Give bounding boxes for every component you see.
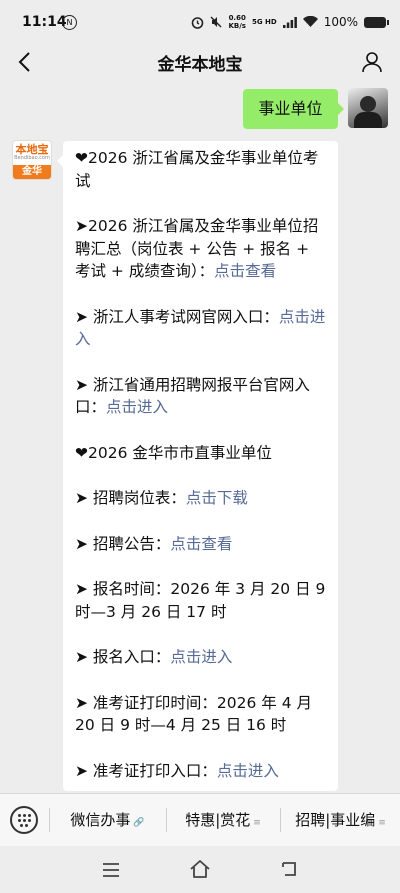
message-paragraph: ➤ 招聘岗位表：点击下载	[75, 487, 327, 510]
bot-avatar[interactable]: 本地宝 Bendibao.com 金华	[12, 140, 52, 180]
network-speed: 0.60 KB/s	[228, 14, 246, 30]
received-message-bubble: ❤2026 浙江省属及金华事业单位考试 ➤2026 浙江省属及金华事业单位招聘汇…	[63, 141, 338, 791]
menu-item-recruitment[interactable]: 招聘|事业编 ≡	[281, 794, 400, 846]
user-avatar[interactable]	[348, 88, 388, 128]
menu-item-label: 招聘|事业编	[295, 811, 376, 829]
paragraph-text: ➤ 准考证打印时间：2026 年 4 月 20 日 9 时—4 月 25 日 1…	[75, 693, 313, 735]
keyboard-icon[interactable]	[10, 806, 38, 834]
bot-logo-domain: Bendibao.com	[14, 155, 50, 161]
bottom-menu-bar: 微信办事 🔗 特惠|赏花 ≡ 招聘|事业编 ≡	[0, 793, 400, 846]
signal-icon	[282, 16, 297, 28]
page-title: 金华本地宝	[157, 55, 243, 75]
message-paragraph: ➤ 浙江人事考试网官网入口：点击进入	[75, 306, 327, 351]
profile-icon[interactable]	[360, 50, 384, 74]
enter-link[interactable]: 点击进入	[106, 398, 168, 416]
message-paragraph: ❤2026 浙江省属及金华事业单位考试	[75, 147, 327, 192]
title-bar: 金华本地宝	[0, 46, 400, 78]
alarm-icon	[192, 16, 204, 29]
download-link[interactable]: 点击下载	[186, 489, 248, 507]
nfc-icon: N	[62, 15, 77, 30]
paragraph-text: ➤ 报名时间：2026 年 3 月 20 日 9 时—3 月 26 日 17 时	[75, 580, 326, 621]
bot-city-label: 金华	[13, 165, 51, 179]
paragraph-text: ➤ 招聘岗位表：	[75, 489, 186, 507]
enter-link[interactable]: 点击进入	[217, 762, 279, 780]
paragraph-text: ❤2026 金华市市直事业单位	[75, 443, 272, 462]
message-paragraph: ➤ 准考证打印入口：点击进入	[75, 760, 327, 783]
battery-icon	[364, 16, 389, 28]
back-nav-icon[interactable]	[279, 860, 299, 878]
battery-text: 100%	[323, 15, 358, 29]
link-icon: 🔗	[133, 818, 145, 828]
status-right: 0.60 KB/s 5G HD 100%	[191, 14, 389, 30]
view-link[interactable]: 点击查看	[214, 262, 276, 280]
paragraph-text: ❤2026 浙江省属及金华事业单位考试	[75, 149, 319, 190]
home-icon[interactable]	[188, 858, 212, 880]
bot-logo-text: 本地宝	[15, 143, 49, 156]
message-paragraph: ➤ 报名入口：点击进入	[75, 646, 327, 669]
paragraph-text: ➤ 浙江人事考试网官网入口：	[75, 307, 279, 326]
message-paragraph: ➤ 准考证打印时间：2026 年 4 月 20 日 9 时—4 月 25 日 1…	[75, 692, 327, 737]
menu-item-label: 微信办事	[70, 811, 131, 829]
message-paragraph: ➤ 报名时间：2026 年 3 月 20 日 9 时—3 月 26 日 17 时	[75, 578, 327, 623]
status-time: 11:14	[22, 14, 67, 30]
menu-item-label: 特惠|赏花	[185, 811, 251, 829]
menu-item-wechat-services[interactable]: 微信办事 🔗	[50, 794, 165, 846]
paragraph-text: ➤ 报名入口：	[75, 648, 171, 666]
system-nav-bar	[0, 846, 400, 893]
paragraph-text: ➤ 准考证打印入口：	[75, 761, 217, 780]
view-link[interactable]: 点击查看	[170, 535, 232, 553]
paragraph-text: ➤ 招聘公告：	[75, 534, 171, 553]
submenu-icon: ≡	[253, 818, 261, 828]
submenu-icon: ≡	[378, 818, 386, 828]
message-paragraph: ➤ 浙江省通用招聘网报平台官网入口：点击进入	[75, 374, 327, 419]
sent-message-bubble[interactable]: 事业单位	[243, 89, 344, 129]
network-type: 5G HD	[251, 18, 277, 26]
status-bar: 11:14 N 0.60 KB/s 5G HD 100%	[0, 0, 400, 46]
message-paragraph: ➤2026 浙江省属及金华事业单位招聘汇总（岗位表 + 公告 + 报名 + 考试…	[75, 215, 327, 283]
wifi-icon	[302, 16, 318, 27]
menu-item-deals[interactable]: 特惠|赏花 ≡	[167, 794, 279, 846]
enter-link[interactable]: 点击进入	[170, 648, 232, 666]
paragraph-text: ➤2026 浙江省属及金华事业单位招聘汇总（岗位表 + 公告 + 报名 + 考试…	[75, 217, 319, 280]
mute-icon	[210, 16, 222, 28]
menu-icon[interactable]	[101, 862, 121, 878]
message-paragraph: ❤2026 金华市市直事业单位	[75, 442, 327, 465]
message-paragraph: ➤ 招聘公告：点击查看	[75, 533, 327, 556]
